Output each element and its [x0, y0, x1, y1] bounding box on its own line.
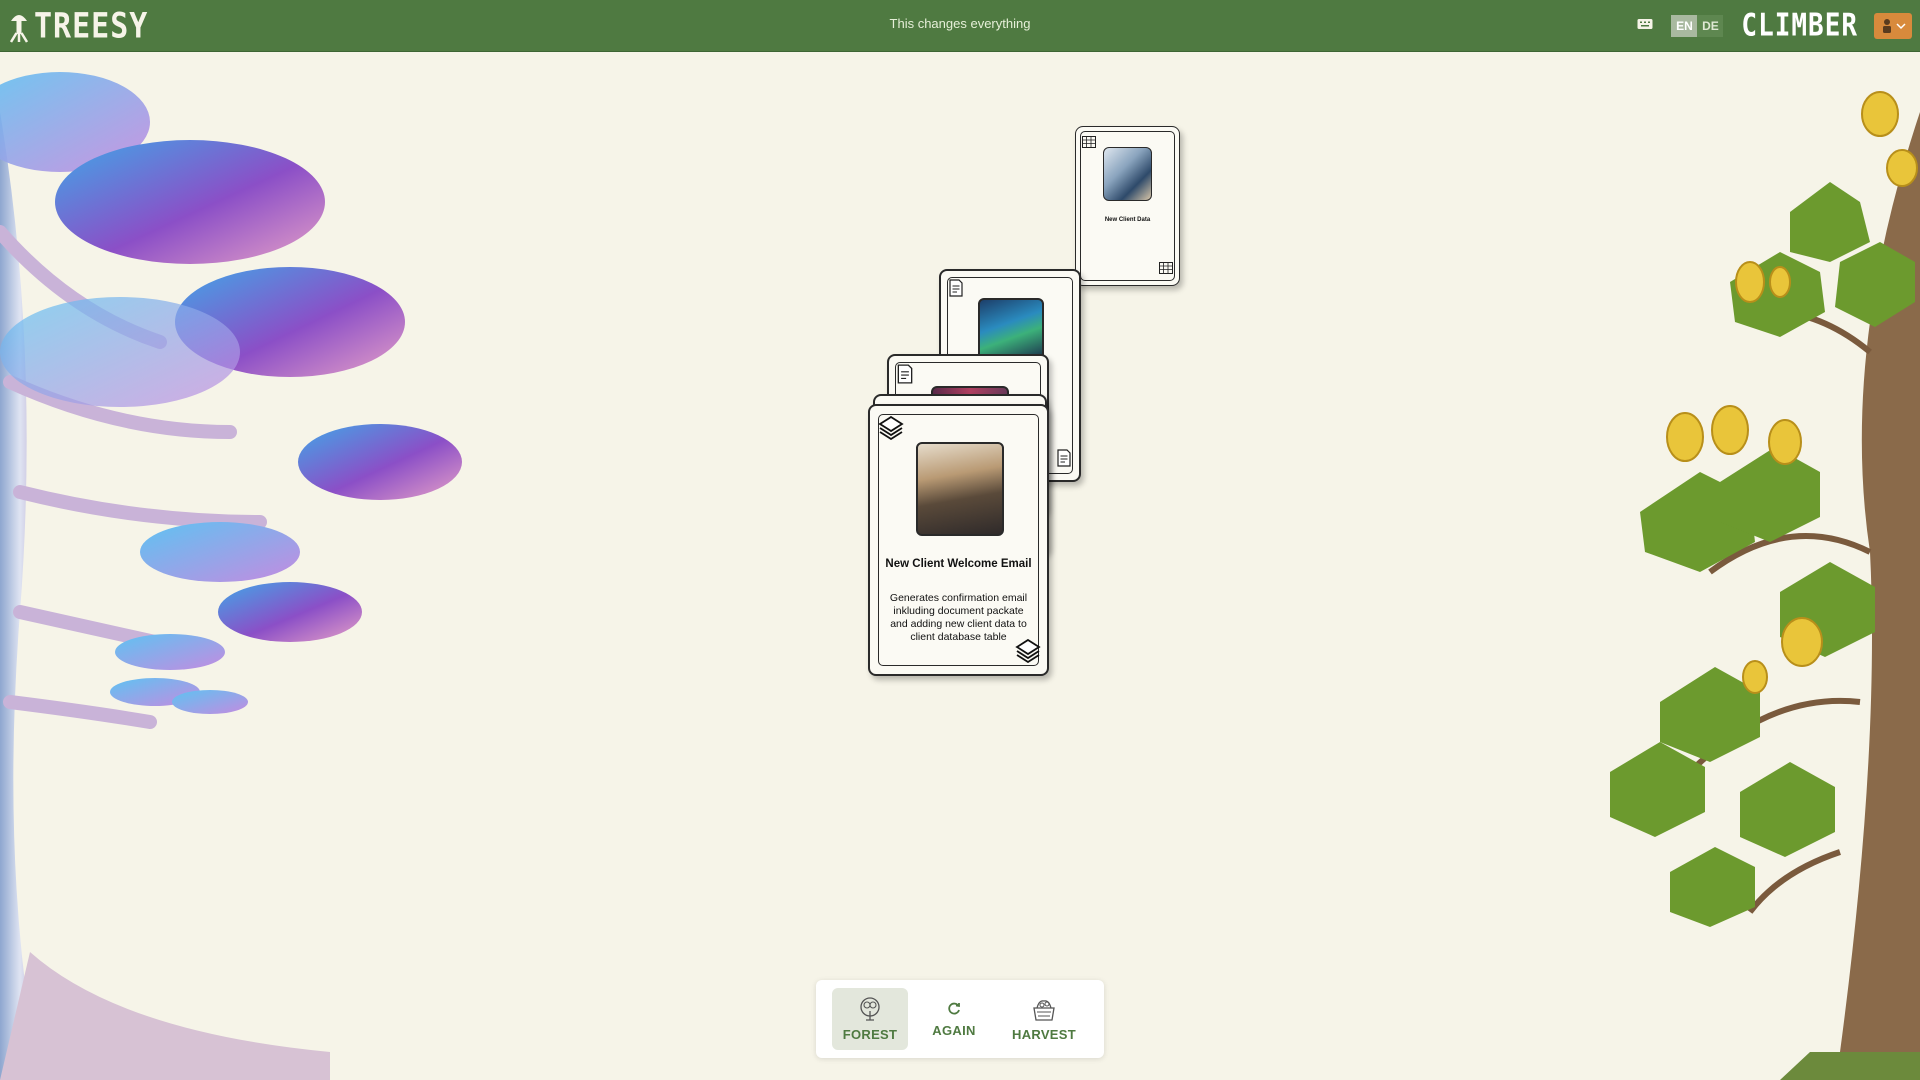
- language-en-button[interactable]: EN: [1671, 15, 1698, 37]
- top-bar: TREESY This changes everything EN DE CLI…: [0, 0, 1920, 52]
- keyboard-icon[interactable]: [1637, 17, 1653, 35]
- document-icon: [897, 364, 913, 389]
- again-label: AGAIN: [932, 1022, 976, 1038]
- language-switcher: EN DE: [1671, 15, 1724, 37]
- forest-button[interactable]: FOREST: [832, 988, 908, 1050]
- forest-label: FOREST: [842, 1026, 898, 1042]
- card-image-office-team: [916, 442, 1004, 536]
- fantasy-tree-illustration: [0, 72, 462, 1080]
- chevron-down-icon: [1895, 23, 1906, 30]
- card-image-team-meeting: [1103, 147, 1152, 201]
- tulip-tree-illustration: [1610, 91, 1920, 1080]
- document-icon: [1057, 449, 1071, 472]
- user-menu-button[interactable]: [1874, 13, 1912, 39]
- card-new-client-welcome-email[interactable]: New Client Welcome Email Generates confi…: [868, 404, 1049, 676]
- tagline: This changes everything: [889, 16, 1031, 31]
- harvest-button[interactable]: HARVEST: [1006, 988, 1082, 1050]
- card-new-client-data[interactable]: New Client Data: [1075, 126, 1180, 286]
- card-title: New Client Data: [1104, 217, 1151, 223]
- table-icon: [1082, 135, 1096, 153]
- card-image-workspace: [978, 298, 1044, 362]
- card-description: Generates confirmation email inkluding d…: [889, 592, 1028, 643]
- refresh-icon: [948, 1002, 960, 1014]
- again-button[interactable]: AGAIN: [916, 988, 992, 1050]
- card-title: New Client Welcome Email: [885, 558, 1032, 570]
- layers-icon: [1015, 637, 1041, 668]
- user-avatar-icon: [1882, 19, 1891, 33]
- layers-icon: [878, 414, 904, 445]
- bottom-toolbar: FOREST AGAIN HARVEST: [816, 980, 1104, 1058]
- header-tools: EN DE CLIMBER: [1637, 0, 1912, 52]
- document-icon: [949, 279, 963, 302]
- table-icon: [1159, 261, 1173, 279]
- harvest-label: HARVEST: [1012, 1026, 1076, 1042]
- forest-icon: [860, 996, 880, 1021]
- climber-brand[interactable]: CLIMBER: [1741, 8, 1858, 44]
- harvest-basket-icon: [1033, 999, 1055, 1021]
- language-de-button[interactable]: DE: [1697, 15, 1724, 37]
